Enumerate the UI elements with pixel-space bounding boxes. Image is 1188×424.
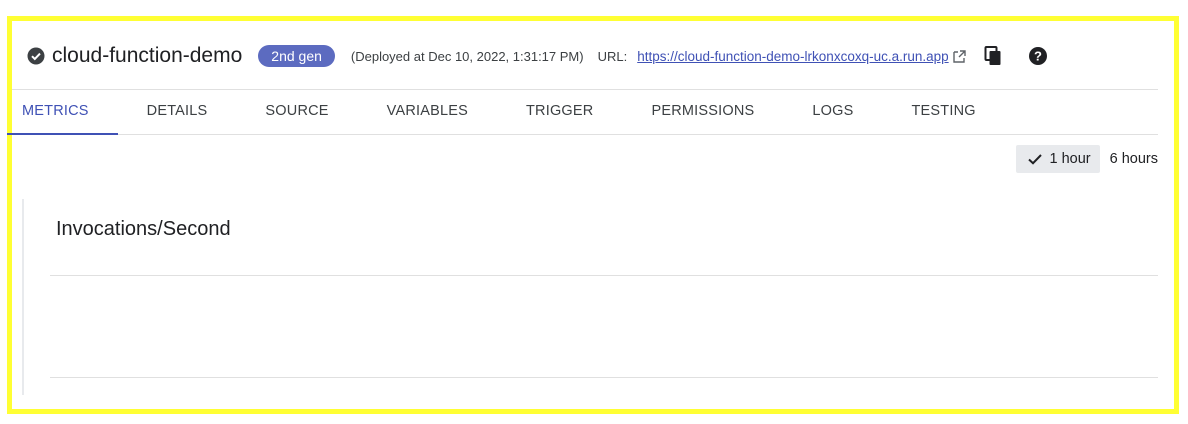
url-label: URL: [597,48,628,64]
time-range-selector: 1 hour 6 hours [1015,145,1158,173]
range-6-hours-button[interactable]: 6 hours [1110,151,1158,167]
tab-details[interactable]: DETAILS [118,90,237,134]
help-icon[interactable]: ? [1028,46,1048,66]
check-icon [1026,150,1044,168]
tab-permissions[interactable]: PERMISSIONS [622,90,783,134]
deployed-timestamp: (Deployed at Dec 10, 2022, 1:31:17 PM) [350,48,584,64]
tab-variables[interactable]: VARIABLES [358,90,497,134]
copy-icon[interactable] [984,46,1002,66]
highlight-frame: cloud-function-demo 2nd gen (Deployed at… [7,16,1179,414]
tab-metrics[interactable]: METRICS [7,90,118,135]
function-url-link[interactable]: https://cloud-function-demo-lrkonxcoxq-u… [637,49,948,64]
tab-bar: METRICS DETAILS SOURCE VARIABLES TRIGGER… [7,90,1158,135]
chart-title: Invocations/Second [56,218,231,240]
chart-gridline [50,275,1158,276]
tab-logs[interactable]: LOGS [783,90,882,134]
svg-text:?: ? [1034,49,1042,64]
range-1-hour-label: 1 hour [1049,151,1091,167]
function-header: cloud-function-demo 2nd gen (Deployed at… [27,36,1154,76]
chart-card-border [22,199,24,395]
function-name: cloud-function-demo [52,44,243,67]
tab-source[interactable]: SOURCE [236,90,357,134]
generation-badge: 2nd gen [258,45,335,67]
chart-gridline [50,377,1158,378]
range-1-hour-button[interactable]: 1 hour [1015,145,1100,173]
tab-trigger[interactable]: TRIGGER [497,90,622,134]
open-in-new-icon[interactable] [952,49,966,63]
tab-testing[interactable]: TESTING [882,90,1004,134]
check-circle-icon [27,47,45,65]
